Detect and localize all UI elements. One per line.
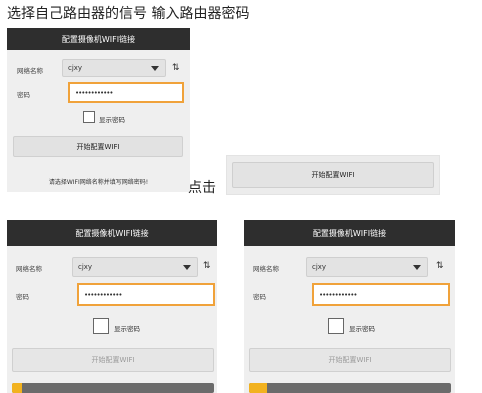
show-password-label: 显示密码 bbox=[114, 325, 140, 333]
show-password-checkbox[interactable] bbox=[93, 318, 109, 334]
config-progress-bar bbox=[249, 383, 451, 393]
start-config-button[interactable]: 开始配置WIFI bbox=[12, 348, 214, 372]
click-caption: 点击 bbox=[188, 180, 216, 196]
password-field[interactable]: •••••••••••• bbox=[68, 82, 184, 103]
network-name-label: 网络名称 bbox=[16, 265, 42, 273]
wifi-config-panel-right: 配置摄像机WIFI链接 网络名称 cjxy ⇅ 密码 •••••••••••• … bbox=[244, 220, 455, 393]
network-select[interactable]: cjxy bbox=[72, 257, 198, 277]
network-select-value: cjxy bbox=[78, 263, 93, 271]
start-config-button[interactable]: 开始配置WIFI bbox=[249, 348, 451, 372]
button-closeup: 开始配置WIFI bbox=[226, 155, 440, 195]
show-password-label: 显示密码 bbox=[349, 325, 375, 333]
panel-title: 配置摄像机WIFI链接 bbox=[7, 220, 217, 246]
network-select[interactable]: cjxy bbox=[306, 257, 428, 277]
password-label: 密码 bbox=[17, 91, 30, 99]
password-label: 密码 bbox=[16, 293, 29, 301]
refresh-icon[interactable]: ⇅ bbox=[436, 261, 444, 271]
start-config-button-closeup[interactable]: 开始配置WIFI bbox=[232, 162, 434, 188]
show-password-checkbox[interactable] bbox=[328, 318, 344, 334]
progress-fill bbox=[249, 383, 268, 393]
network-select[interactable]: cjxy bbox=[62, 59, 166, 77]
password-field[interactable]: •••••••••••• bbox=[77, 283, 215, 306]
chevron-down-icon bbox=[413, 265, 421, 270]
wifi-config-panel-left: 配置摄像机WIFI链接 网络名称 cjxy ⇅ 密码 •••••••••••• … bbox=[7, 220, 217, 393]
show-password-label: 显示密码 bbox=[99, 116, 125, 124]
panel-title: 配置摄像机WIFI链接 bbox=[244, 220, 455, 246]
network-name-label: 网络名称 bbox=[253, 265, 279, 273]
chevron-down-icon bbox=[183, 265, 191, 270]
show-password-checkbox[interactable] bbox=[83, 111, 95, 123]
password-field[interactable]: •••••••••••• bbox=[312, 283, 450, 306]
network-select-value: cjxy bbox=[312, 263, 327, 271]
network-name-label: 网络名称 bbox=[17, 67, 43, 75]
refresh-icon[interactable]: ⇅ bbox=[172, 63, 180, 73]
config-progress-bar bbox=[12, 383, 214, 393]
refresh-icon[interactable]: ⇅ bbox=[203, 261, 211, 271]
instruction-caption: 选择自己路由器的信号 输入路由器密码 bbox=[7, 6, 250, 22]
wifi-config-panel-main: 配置摄像机WIFI链接 网络名称 cjxy ⇅ 密码 •••••••••••• … bbox=[7, 28, 190, 192]
password-label: 密码 bbox=[253, 293, 266, 301]
panel-title: 配置摄像机WIFI链接 bbox=[7, 28, 190, 50]
chevron-down-icon bbox=[151, 66, 159, 71]
start-config-button[interactable]: 开始配置WIFI bbox=[13, 136, 183, 157]
progress-fill bbox=[12, 383, 23, 393]
network-select-value: cjxy bbox=[68, 64, 83, 72]
hint-text: 请选择WIFI网络名称并填写网络密码! bbox=[48, 179, 149, 186]
